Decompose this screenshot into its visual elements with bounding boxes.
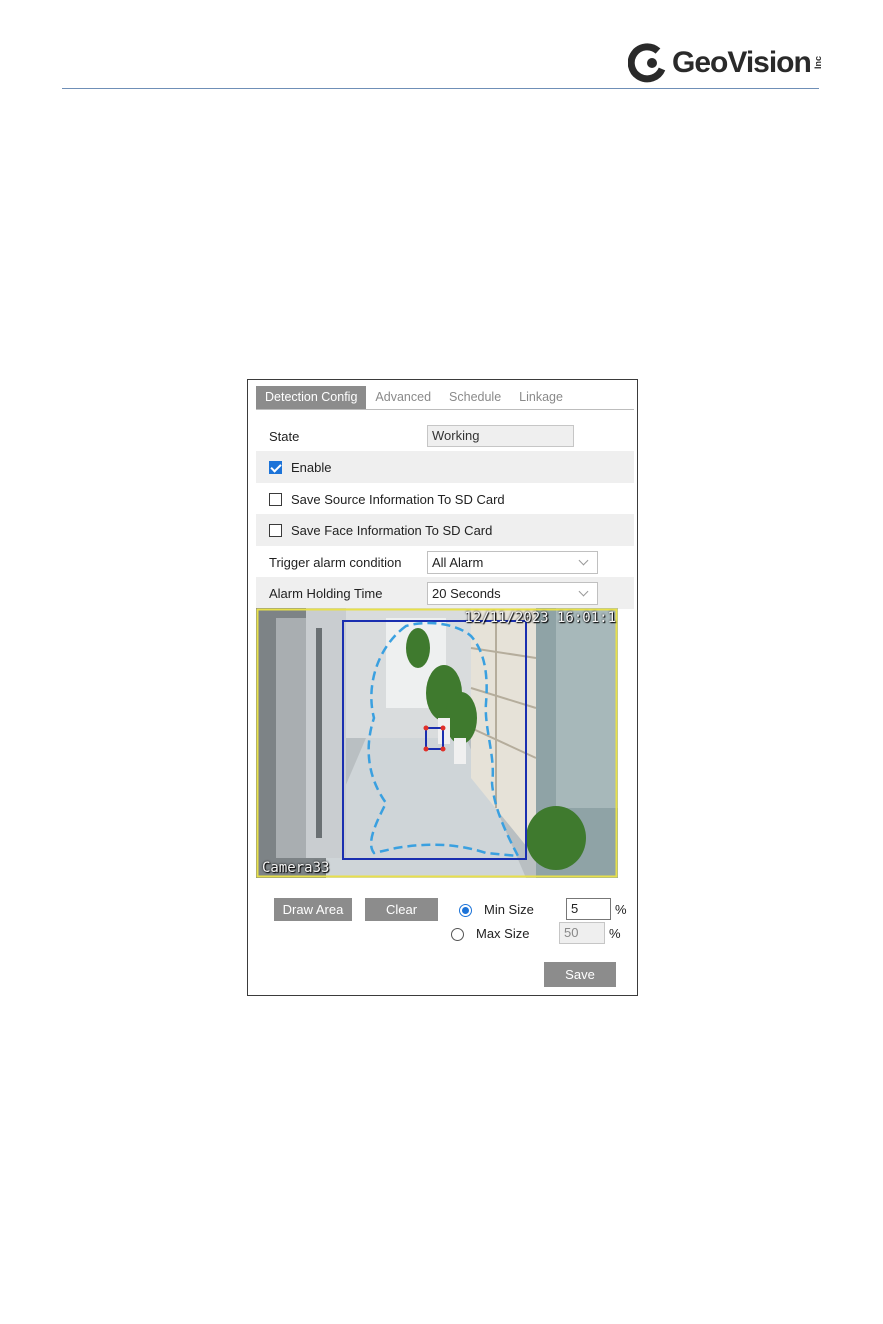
face-detection-panel: Detection Config Advanced Schedule Linka… <box>247 379 638 996</box>
holding-row: Alarm Holding Time 20 Seconds <box>256 577 634 609</box>
holding-label: Alarm Holding Time <box>269 585 383 601</box>
save-face-row: Save Face Information To SD Card <box>256 514 634 546</box>
video-preview[interactable]: 12/11/2023 16:01:1 Camera33 <box>256 608 618 878</box>
min-size-percent: % <box>615 902 627 917</box>
tab-linkage[interactable]: Linkage <box>510 386 572 409</box>
enable-label: Enable <box>291 459 332 475</box>
max-size-radio[interactable] <box>451 928 464 941</box>
trigger-select[interactable]: All Alarm <box>427 550 598 574</box>
save-face-checkbox-group[interactable]: Save Face Information To SD Card <box>256 523 492 538</box>
video-timestamp: 12/11/2023 16:01:1 <box>464 610 616 626</box>
clear-button[interactable]: Clear <box>365 898 438 921</box>
max-size-label: Max Size <box>476 926 530 941</box>
tab-detection-config[interactable]: Detection Config <box>256 386 367 409</box>
trigger-label: Trigger alarm condition <box>269 554 402 570</box>
holding-select[interactable]: 20 Seconds <box>427 581 598 605</box>
geovision-logo: GeoVision Inc <box>627 36 824 90</box>
chevron-down-icon <box>578 586 589 596</box>
draw-area-button[interactable]: Draw Area <box>274 898 352 921</box>
state-row: State Working <box>256 420 634 452</box>
camera-scene <box>256 608 618 878</box>
save-source-checkbox[interactable] <box>269 492 282 506</box>
brand-name: GeoVision <box>672 46 812 79</box>
camera-name: Camera33 <box>262 860 330 876</box>
min-size-radio[interactable] <box>459 904 472 917</box>
tab-schedule[interactable]: Schedule <box>440 386 510 409</box>
header-divider <box>62 88 819 89</box>
trigger-select-value: All Alarm <box>432 554 484 570</box>
chevron-down-icon <box>578 555 589 565</box>
max-size-input: 50 <box>559 922 605 944</box>
min-size-input[interactable]: 5 <box>566 898 611 920</box>
holding-select-value: 20 Seconds <box>432 585 501 601</box>
max-size-percent: % <box>609 926 621 941</box>
save-face-label: Save Face Information To SD Card <box>291 522 493 538</box>
trigger-row: Trigger alarm condition All Alarm <box>256 546 634 578</box>
enable-row: Enable <box>256 451 634 483</box>
tab-bar: Detection Config Advanced Schedule Linka… <box>256 386 634 410</box>
state-label: State <box>269 428 300 444</box>
save-source-label: Save Source Information To SD Card <box>291 491 505 507</box>
enable-checkbox[interactable] <box>269 460 282 474</box>
enable-checkbox-group[interactable]: Enable <box>256 460 331 475</box>
save-face-checkbox[interactable] <box>269 523 282 537</box>
save-button[interactable]: Save <box>544 962 616 987</box>
save-source-row: Save Source Information To SD Card <box>256 483 634 515</box>
min-size-label: Min Size <box>484 902 534 917</box>
brand-suffix: Inc <box>812 56 823 70</box>
geovision-logo-icon <box>627 43 668 83</box>
save-source-checkbox-group[interactable]: Save Source Information To SD Card <box>256 492 505 507</box>
tab-advanced[interactable]: Advanced <box>366 386 440 409</box>
state-field: Working <box>427 425 574 447</box>
